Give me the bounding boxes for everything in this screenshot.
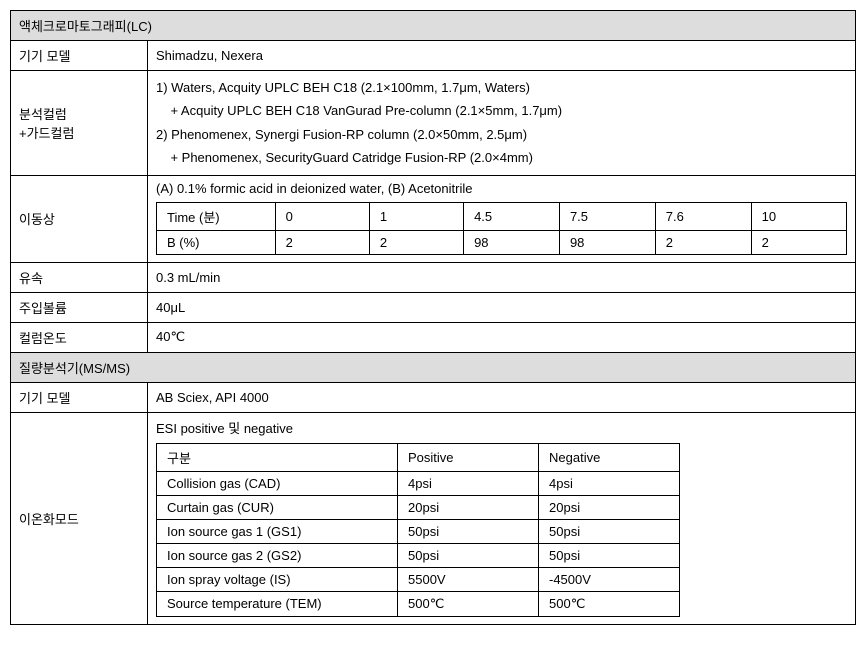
lc-inj-label: 주입볼륨 [11, 292, 148, 322]
ion-cad-pos: 4psi [398, 471, 539, 495]
gradient-b-0: 2 [275, 230, 369, 254]
ion-header-param: 구분 [157, 443, 398, 471]
ion-header-positive: Positive [398, 443, 539, 471]
ms-model-value: AB Sciex, API 4000 [148, 382, 856, 412]
ion-gs2-pos: 50psi [398, 543, 539, 567]
ion-cur-pos: 20psi [398, 495, 539, 519]
lc-column-line1: 1) Waters, Acquity UPLC BEH C18 (2.1×100… [156, 76, 847, 99]
lc-mobile-cell: (A) 0.1% formic acid in deionized water,… [148, 175, 856, 262]
spec-table: 액체크로마토그래피(LC) 기기 모델 Shimadzu, Nexera 분석컬… [10, 10, 856, 625]
ms-section-header: 질량분석기(MS/MS) [11, 352, 856, 382]
ion-cad-neg: 4psi [539, 471, 680, 495]
lc-temp-value: 40℃ [148, 322, 856, 352]
gradient-b-1: 2 [369, 230, 463, 254]
ion-is-neg: -4500V [539, 567, 680, 591]
ms-ion-cell: ESI positive 및 negative 구분 Positive Nega… [148, 412, 856, 624]
gradient-b-label: B (%) [157, 230, 276, 254]
lc-section-header: 액체크로마토그래피(LC) [11, 11, 856, 41]
lc-mobile-value: (A) 0.1% formic acid in deionized water,… [156, 181, 847, 196]
ion-is-pos: 5500V [398, 567, 539, 591]
lc-flow-label: 유속 [11, 262, 148, 292]
ion-gs2-label: Ion source gas 2 (GS2) [157, 543, 398, 567]
lc-column-line2: + Acquity UPLC BEH C18 VanGurad Pre-colu… [156, 99, 847, 122]
gradient-table: Time (분) 0 1 4.5 7.5 7.6 10 B (%) 2 2 98… [156, 202, 847, 255]
gradient-time-label: Time (분) [157, 202, 276, 230]
ion-tem-neg: 500℃ [539, 591, 680, 616]
lc-temp-label: 컬럼온도 [11, 322, 148, 352]
ms-model-label: 기기 모델 [11, 382, 148, 412]
lc-inj-value: 40μL [148, 292, 856, 322]
gradient-b-3: 98 [559, 230, 655, 254]
gradient-time-4: 7.6 [655, 202, 751, 230]
ms-ion-label: 이온화모드 [11, 412, 148, 624]
lc-model-label: 기기 모델 [11, 41, 148, 71]
ion-gs1-label: Ion source gas 1 (GS1) [157, 519, 398, 543]
lc-column-line3: 2) Phenomenex, Synergi Fusion-RP column … [156, 123, 847, 146]
lc-model-value: Shimadzu, Nexera [148, 41, 856, 71]
gradient-time-1: 1 [369, 202, 463, 230]
ms-ion-value: ESI positive 및 negative [156, 418, 847, 437]
gradient-time-5: 10 [751, 202, 846, 230]
ion-header-negative: Negative [539, 443, 680, 471]
ion-gs2-neg: 50psi [539, 543, 680, 567]
gradient-b-5: 2 [751, 230, 846, 254]
ion-gs1-pos: 50psi [398, 519, 539, 543]
lc-flow-value: 0.3 mL/min [148, 262, 856, 292]
gradient-b-2: 98 [464, 230, 560, 254]
lc-mobile-label: 이동상 [11, 175, 148, 262]
lc-column-line4: + Phenomenex, SecurityGuard Catridge Fus… [156, 146, 847, 169]
ion-gs1-neg: 50psi [539, 519, 680, 543]
gradient-time-3: 7.5 [559, 202, 655, 230]
ion-cur-label: Curtain gas (CUR) [157, 495, 398, 519]
lc-column-label: 분석컬럼 +가드컬럼 [11, 71, 148, 176]
ion-cad-label: Collision gas (CAD) [157, 471, 398, 495]
gradient-time-0: 0 [275, 202, 369, 230]
ion-tem-pos: 500℃ [398, 591, 539, 616]
ion-params-table: 구분 Positive Negative Collision gas (CAD)… [156, 443, 680, 617]
ion-tem-label: Source temperature (TEM) [157, 591, 398, 616]
lc-column-value: 1) Waters, Acquity UPLC BEH C18 (2.1×100… [148, 71, 856, 176]
gradient-b-4: 2 [655, 230, 751, 254]
ion-is-label: Ion spray voltage (IS) [157, 567, 398, 591]
gradient-time-2: 4.5 [464, 202, 560, 230]
ion-cur-neg: 20psi [539, 495, 680, 519]
